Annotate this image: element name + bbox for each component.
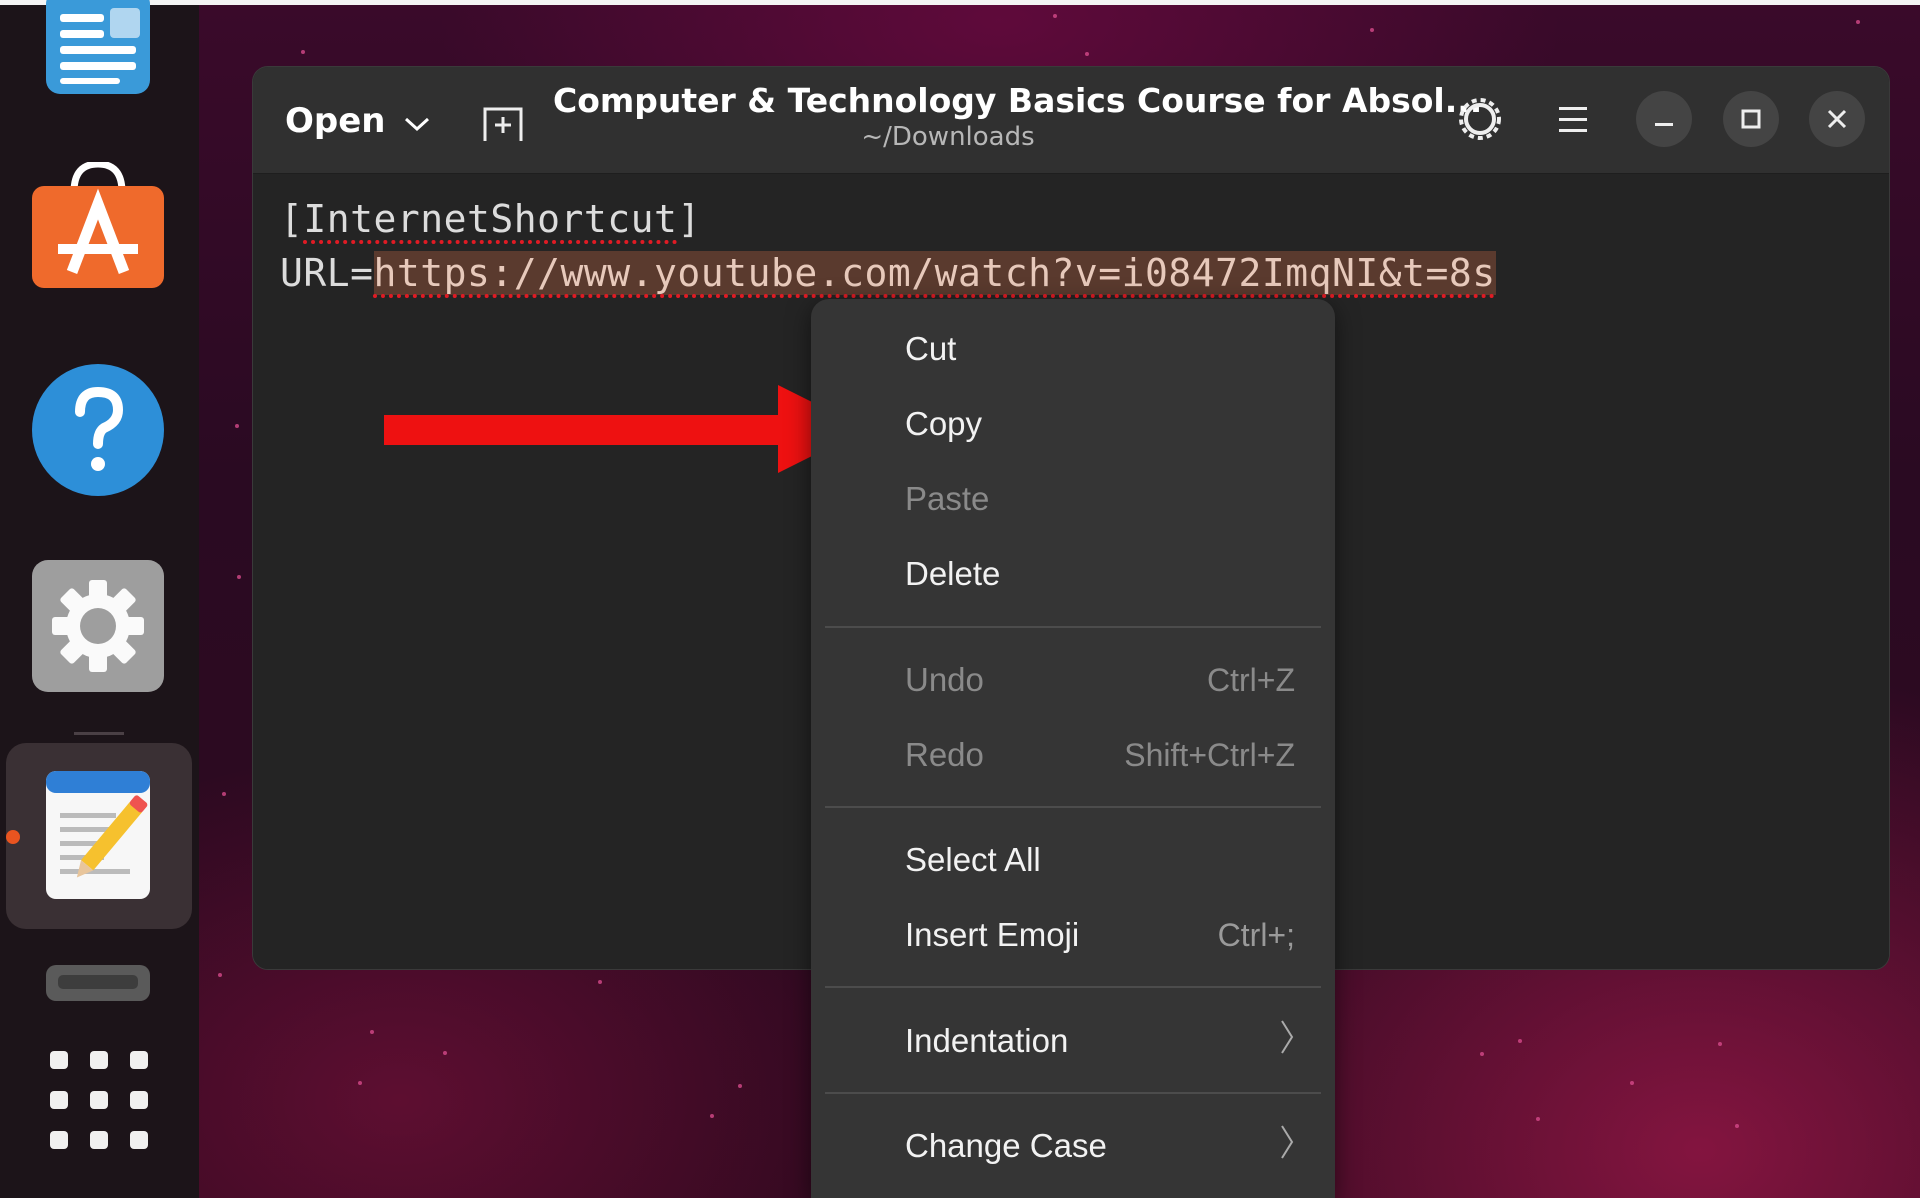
menu-item-label: Indentation — [905, 1022, 1069, 1059]
menu-separator — [825, 806, 1321, 808]
dock-separator — [74, 732, 124, 735]
star — [1718, 1042, 1722, 1046]
star — [1536, 1117, 1540, 1121]
menu-item-copy[interactable]: Copy — [811, 389, 1335, 459]
menu-item-shortcut: Shift+Ctrl+Z — [1124, 736, 1295, 773]
menu-item-undo[interactable]: Undo Ctrl+Z — [811, 645, 1335, 715]
text-editor-icon[interactable] — [44, 767, 168, 903]
star — [598, 980, 602, 984]
star — [1480, 1052, 1484, 1056]
open-button-label: Open — [285, 101, 386, 141]
menu-item-label: Copy — [905, 405, 983, 442]
editor-line-1: [InternetShortcut] — [280, 197, 701, 241]
menu-item-change-case[interactable]: Change Case — [811, 1111, 1335, 1181]
new-tab-icon — [483, 107, 523, 141]
chevron-right-icon — [1279, 1124, 1295, 1168]
close-button[interactable] — [1809, 91, 1865, 147]
context-menu: Cut Copy Paste Delete Undo Ctrl+Z Redo S… — [811, 299, 1335, 1198]
star — [1735, 1124, 1739, 1128]
chevron-right-icon — [1279, 1019, 1295, 1063]
header-bar: Open Computer & Technology Basics Course… — [253, 67, 1889, 174]
hamburger-menu-icon — [1559, 107, 1587, 132]
menu-item-select-all[interactable]: Select All — [811, 825, 1335, 895]
menu-item-label: Insert Emoji — [905, 916, 1080, 953]
window-title-block: Computer & Technology Basics Course for … — [553, 81, 1483, 152]
star — [237, 575, 241, 579]
menu-item-label: Change Case — [905, 1127, 1107, 1164]
star — [370, 1030, 374, 1034]
help-icon[interactable] — [32, 364, 164, 496]
minimize-icon — [1655, 123, 1673, 126]
window-title: Computer & Technology Basics Course for … — [553, 81, 1483, 120]
menu-item-insert-emoji[interactable]: Insert Emoji Ctrl+; — [811, 900, 1335, 970]
star — [218, 973, 222, 977]
minimize-button[interactable] — [1636, 91, 1692, 147]
menu-separator — [825, 626, 1321, 628]
url-prefix: URL= — [280, 251, 374, 295]
maximize-icon — [1741, 109, 1761, 129]
star — [1053, 14, 1057, 18]
document-viewer-icon[interactable] — [46, 0, 150, 96]
menu-separator — [825, 1092, 1321, 1094]
star — [443, 1051, 447, 1055]
menu-item-shortcut: Ctrl+Z — [1207, 661, 1295, 698]
star — [358, 1081, 362, 1085]
settings-icon[interactable] — [32, 560, 164, 692]
menu-item-label: Paste — [905, 480, 990, 517]
star — [235, 424, 239, 428]
menu-item-redo[interactable]: Redo Shift+Ctrl+Z — [811, 720, 1335, 790]
star — [1370, 28, 1374, 32]
star — [1856, 20, 1860, 24]
show-apps-grid-icon[interactable] — [50, 1051, 148, 1149]
star — [738, 1084, 742, 1088]
top-edge — [0, 0, 1920, 5]
menu-item-indentation[interactable]: Indentation — [811, 1006, 1335, 1076]
menu-item-paste[interactable]: Paste — [811, 464, 1335, 534]
document-settings-button[interactable] — [1456, 95, 1504, 143]
dock — [0, 0, 199, 1198]
editor-line-2: URL=https://www.youtube.com/watch?v=i084… — [280, 251, 1496, 295]
misspelled-word: InternetShortcut — [303, 197, 678, 241]
maximize-button[interactable] — [1723, 91, 1779, 147]
menu-item-label: Select All — [905, 841, 1041, 878]
menu-separator — [825, 986, 1321, 988]
red-arrow-annotation — [384, 385, 866, 473]
menu-item-label: Cut — [905, 330, 957, 367]
running-indicator — [6, 830, 20, 844]
selected-url: https://www.youtube.com/watch?v=i08472Im… — [373, 251, 1496, 295]
gear-icon — [1459, 98, 1501, 140]
menu-item-label: Undo — [905, 661, 984, 698]
star — [222, 792, 226, 796]
menu-item-shortcut: Ctrl+; — [1217, 916, 1295, 953]
app-center-icon[interactable] — [32, 160, 164, 288]
removable-drive-icon[interactable] — [46, 965, 150, 1001]
menu-item-delete[interactable]: Delete — [811, 539, 1335, 609]
open-button[interactable]: Open — [285, 97, 430, 145]
menu-item-label: Delete — [905, 555, 1001, 592]
star — [710, 1114, 714, 1118]
chevron-down-icon — [404, 101, 430, 141]
star — [301, 50, 305, 54]
star — [1518, 1039, 1522, 1043]
menu-item-label: Redo — [905, 736, 984, 773]
close-icon — [1827, 109, 1847, 129]
new-tab-button[interactable] — [481, 101, 525, 145]
star — [1085, 52, 1089, 56]
menu-item-cut[interactable]: Cut — [811, 314, 1335, 384]
main-menu-button[interactable] — [1553, 99, 1593, 139]
star — [1630, 1081, 1634, 1085]
window-subtitle: ~/Downloads — [861, 122, 1035, 152]
